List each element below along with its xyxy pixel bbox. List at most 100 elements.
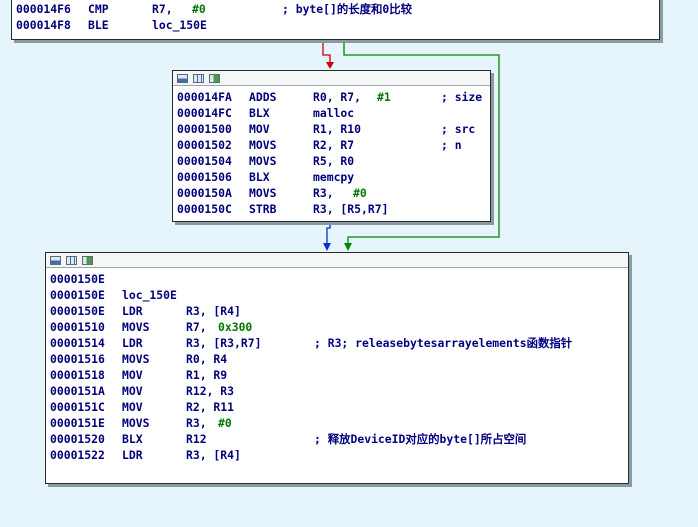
edge-false-arrow [322,38,331,64]
graph-icon[interactable] [50,255,61,265]
asm-line[interactable]: 0000151A MOV R12, R3 [50,383,624,399]
data-icon[interactable] [193,73,204,83]
operands: R2, R7 [313,138,355,152]
comment: ; src [441,122,476,136]
edge-false-arrowhead [326,62,334,69]
asm-line[interactable]: 00001514 LDR R3, [R3,R7] ; R3; releaseby… [50,335,624,351]
mnemonic: MOV [122,368,143,382]
mnemonic: MOV [122,384,143,398]
address: 00001502 [177,138,232,152]
asm-line[interactable]: 00001518 MOV R1, R9 [50,367,624,383]
address: 00001522 [50,448,105,462]
mnemonic: BLE [88,18,109,32]
comment: ; byte[]的长度和0比较 [282,2,413,16]
graph-icon[interactable] [177,73,188,83]
mnemonic: BLX [249,106,270,120]
asm-line[interactable]: 0000151E MOVS R3, #0 [50,415,624,431]
view-icon[interactable] [82,255,93,265]
asm-line[interactable]: 000014F6 CMP R7, #0 ; byte[]的长度和0比较 [16,1,655,17]
edge-uncond-arrow [326,221,331,246]
block-header [46,253,628,268]
asm-line[interactable]: 00001500 MOV R1, R10 ; src [177,121,486,137]
label[interactable]: loc_150E [122,287,177,303]
address: 00001520 [50,432,105,446]
block-header [173,71,490,86]
mnemonic: BLX [249,170,270,184]
code-lines: 000014F6 CMP R7, #0 ; byte[]的长度和0比较 0000… [12,0,659,34]
address: 00001516 [50,352,105,366]
mnemonic: MOV [249,122,270,136]
data-icon[interactable] [66,255,77,265]
immediate: #0 [353,186,367,200]
immediate: #1 [377,90,391,104]
asm-line[interactable]: 00001504 MOVS R5, R0 [177,153,486,169]
operands: R1, R10 [313,122,362,136]
operands: R7, [152,2,180,16]
address: 000014FA [177,90,232,104]
operands: R1, R9 [186,368,228,382]
mnemonic: MOVS [249,154,277,168]
address: 000014FC [177,106,232,120]
code-block-middle[interactable]: 000014FA ADDS R0, R7, #1 ; size 000014FC… [172,70,491,222]
operands: R0, R4 [186,352,228,366]
asm-line[interactable]: 00001502 MOVS R2, R7 ; n [177,137,486,153]
asm-line[interactable]: 0000150E LDR R3, [R4] [50,303,624,319]
asm-line[interactable]: 00001522 LDR R3, [R4] [50,447,624,463]
comment: ; R3; releasebytesarrayelements函数指针 [314,336,573,350]
comment: ; 释放DeviceID对应的byte[]所占空间 [314,432,527,446]
mnemonic: LDR [122,304,143,318]
address: 000014F6 [16,2,71,16]
asm-line[interactable]: 00001520 BLX R12 ; 释放DeviceID对应的byte[]所占… [50,431,624,447]
asm-line[interactable]: 000014F8 BLE loc_150E [16,17,655,33]
address: 0000150E [50,304,105,318]
address: 0000150E [50,288,105,302]
immediate: 0x300 [218,320,253,334]
address: 00001510 [50,320,105,334]
operands: R2, R11 [186,400,235,414]
mnemonic: LDR [122,336,143,350]
address: 00001514 [50,336,105,350]
address: 000014F8 [16,18,71,32]
operands: R3, [186,416,214,430]
mnemonic: MOVS [249,186,277,200]
call-target[interactable]: malloc [313,105,354,121]
address: 0000151A [50,384,105,398]
asm-line[interactable]: 0000150E loc_150E [50,287,624,303]
asm-line[interactable]: 0000150C STRB R3, [R5,R7] [177,201,486,217]
address: 00001504 [177,154,232,168]
mnemonic: STRB [249,202,277,216]
address: 00001500 [177,122,232,136]
immediate: #0 [218,416,232,430]
operands: R3, [313,186,341,200]
address: 0000151C [50,400,105,414]
address: 0000150E [50,272,105,286]
call-target[interactable]: memcpy [313,169,354,185]
view-icon[interactable] [209,73,220,83]
mnemonic: MOVS [122,352,150,366]
comment: ; n [441,138,462,152]
operands: R3, [R4] [186,304,241,318]
mnemonic: MOVS [122,416,150,430]
asm-line[interactable]: 00001516 MOVS R0, R4 [50,351,624,367]
edge-true-arrowhead [344,243,352,251]
mnemonic: BLX [122,432,143,446]
asm-line[interactable]: 0000150A MOVS R3, #0 [177,185,486,201]
asm-line[interactable]: 00001510 MOVS R7, 0x300 [50,319,624,335]
asm-line[interactable]: 000014FC BLX malloc [177,105,486,121]
operands: R12, R3 [186,384,235,398]
asm-line[interactable]: 0000151C MOV R2, R11 [50,399,624,415]
mnemonic: MOV [122,400,143,414]
code-lines: 000014FA ADDS R0, R7, #1 ; size 000014FC… [173,86,490,218]
code-block-top[interactable]: 000014F6 CMP R7, #0 ; byte[]的长度和0比较 0000… [11,0,660,40]
mnemonic: MOVS [122,320,150,334]
address: 0000151E [50,416,105,430]
asm-line[interactable]: 00001506 BLX memcpy [177,169,486,185]
operands: R12 [186,432,207,446]
code-block-bottom[interactable]: 0000150E 0000150E loc_150E 0000150E LDR … [45,252,629,484]
address: 0000150A [177,186,232,200]
asm-line[interactable]: 000014FA ADDS R0, R7, #1 ; size [177,89,486,105]
branch-target[interactable]: loc_150E [152,17,207,33]
address: 0000150C [177,202,232,216]
mnemonic: CMP [88,2,109,16]
asm-line[interactable]: 0000150E [50,271,624,287]
